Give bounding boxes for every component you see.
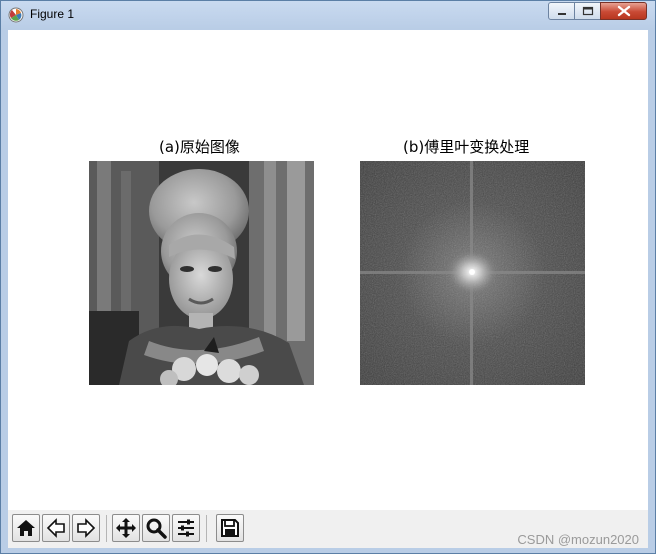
configure-subplots-icon	[178, 519, 194, 537]
minimize-button[interactable]	[548, 2, 575, 20]
matplotlib-logo-icon	[8, 7, 24, 23]
save-disk-icon	[221, 519, 239, 537]
zoom-button[interactable]	[142, 514, 170, 542]
fourier-spectrum-image	[360, 161, 585, 385]
original-image	[89, 161, 314, 385]
subplot-title-fourier: (b)傅里叶变换处理	[403, 138, 530, 156]
forward-arrow-icon	[77, 518, 96, 538]
window-title: Figure 1	[30, 7, 75, 21]
subplot-title-original: (a)原始图像	[159, 138, 240, 156]
configure-subplots-button[interactable]	[172, 514, 200, 542]
title-bar[interactable]: Figure 1	[1, 1, 655, 29]
forward-button[interactable]	[72, 514, 100, 542]
save-button[interactable]	[216, 514, 244, 542]
home-icon	[17, 520, 35, 536]
figure-window: Figure 1 (a)原始图像 (b)傅里叶变换处理 CSDN @mozun2…	[0, 0, 656, 554]
pan-button[interactable]	[112, 514, 140, 542]
minimize-icon	[558, 13, 566, 15]
watermark-text: CSDN @mozun2020	[517, 532, 639, 547]
toolbar-separator	[206, 515, 207, 542]
close-button[interactable]	[600, 2, 647, 20]
zoom-magnifier-icon	[146, 518, 167, 539]
home-button[interactable]	[12, 514, 40, 542]
pan-move-icon	[116, 518, 136, 538]
maximize-button[interactable]	[574, 2, 601, 20]
back-arrow-icon	[46, 518, 65, 538]
figure-canvas[interactable]: (a)原始图像 (b)傅里叶变换处理	[8, 30, 648, 510]
toolbar-separator	[106, 515, 107, 542]
close-icon	[617, 5, 631, 17]
maximize-icon	[582, 6, 594, 16]
back-button[interactable]	[42, 514, 70, 542]
